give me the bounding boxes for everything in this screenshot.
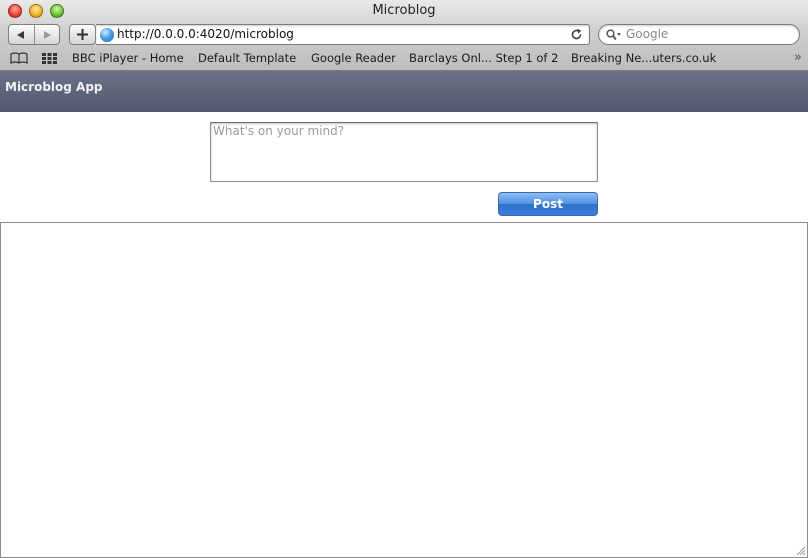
chevron-double-right-icon[interactable]: » [794,50,802,65]
bookmark-default-template[interactable]: Default Template [198,51,296,65]
add-bookmark-button[interactable] [69,24,96,45]
forward-button[interactable] [33,25,60,44]
back-arrow-icon [17,30,25,39]
globe-icon [100,28,114,42]
title-bar: Microblog [0,0,808,22]
app-title: Microblog App [5,80,103,94]
nav-button-group [8,24,60,45]
address-text: http://0.0.0.0:4020/microblog [117,27,294,41]
reload-icon[interactable] [570,28,583,41]
bookmark-breaking-news[interactable]: Breaking Ne...uters.co.uk [571,51,716,65]
resize-grip-icon[interactable] [795,545,806,556]
feed-area [0,222,808,558]
browser-toolbar: http://0.0.0.0:4020/microblog Google [0,22,808,48]
search-icon [606,29,621,41]
back-button[interactable] [9,25,34,44]
bookmark-google-reader[interactable]: Google Reader [311,51,396,65]
bookmarks-bar: BBC iPlayer - Home Default Template Goog… [0,48,808,70]
status-textarea[interactable] [210,122,598,182]
forward-arrow-icon [43,30,51,39]
plus-icon [77,29,88,40]
search-placeholder: Google [626,27,669,41]
address-bar[interactable]: http://0.0.0.0:4020/microblog [96,24,590,45]
app-header: Microblog App [0,71,808,112]
book-icon[interactable] [10,52,28,64]
bookmark-bbc-iplayer[interactable]: BBC iPlayer - Home [72,51,184,65]
search-field[interactable]: Google [598,24,800,45]
bookmark-barclays[interactable]: Barclays Onl... Step 1 of 2 [409,51,558,65]
grid-icon[interactable] [42,53,57,64]
post-button[interactable]: Post [498,192,598,216]
browser-chrome: Microblog http://0.0.0.0:4020/microblog … [0,0,808,71]
window-title: Microblog [372,3,436,18]
